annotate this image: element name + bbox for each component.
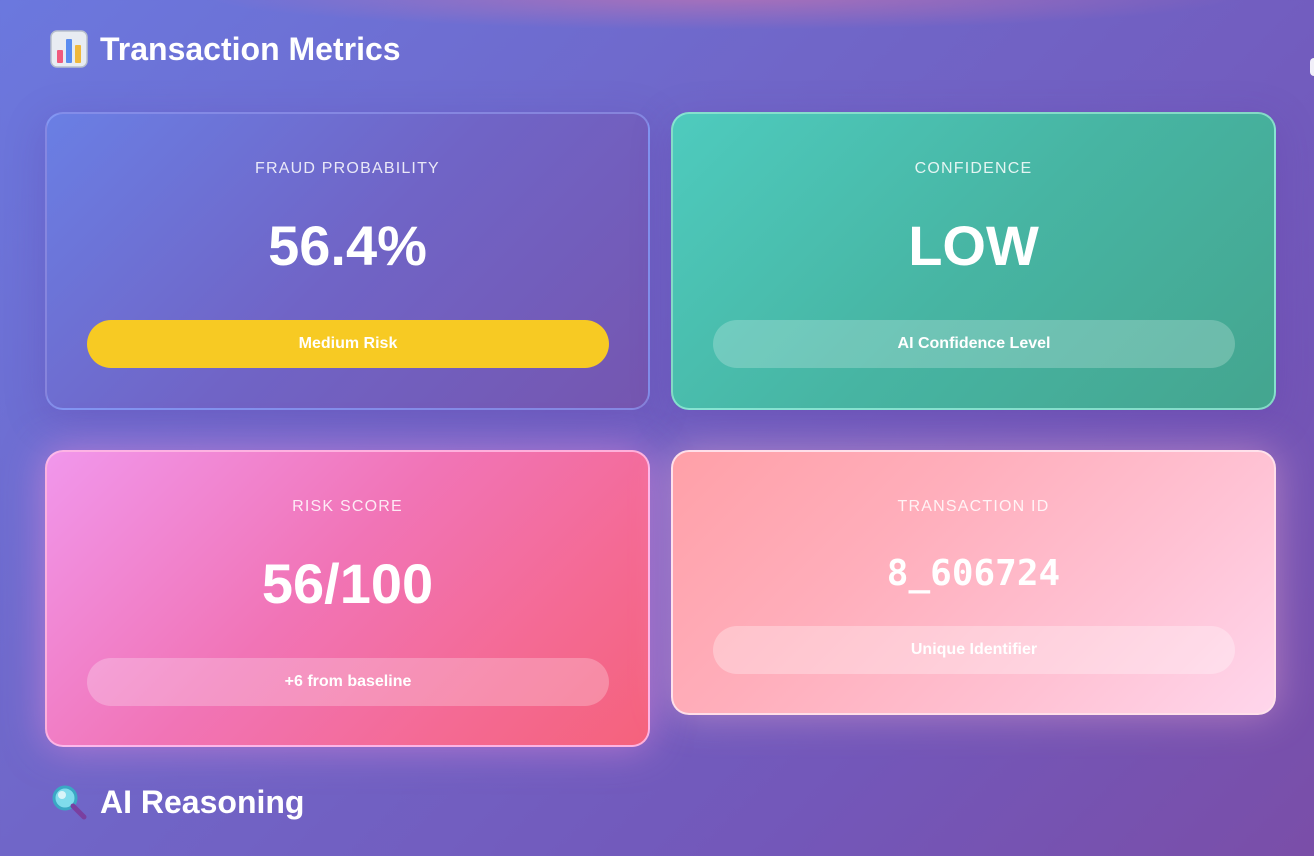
transaction-id-value: 8_606724 (886, 553, 1061, 594)
risk-score-card: RISK SCORE 56/100 +6 from baseline (45, 450, 650, 747)
bar-chart-icon (50, 30, 88, 68)
scroll-edge-indicator (1310, 58, 1314, 76)
confidence-card: CONFIDENCE LOW AI Confidence Level (671, 112, 1276, 410)
risk-level-badge: Medium Risk (87, 320, 609, 368)
fraud-probability-card: FRAUD PROBABILITY 56.4% Medium Risk (45, 112, 650, 410)
unique-identifier-badge: Unique Identifier (713, 626, 1235, 674)
fraud-probability-label: FRAUD PROBABILITY (255, 160, 440, 177)
confidence-value: LOW (908, 214, 1039, 277)
section-title-reasoning: AI Reasoning (50, 783, 304, 821)
fraud-probability-value: 56.4% (268, 214, 427, 277)
transaction-id-card: TRANSACTION ID 8_606724 Unique Identifie… (671, 450, 1276, 715)
top-glow (200, 0, 1250, 30)
section-title-metrics: Transaction Metrics (50, 30, 401, 68)
confidence-badge: AI Confidence Level (713, 320, 1235, 368)
transaction-id-label: TRANSACTION ID (897, 498, 1050, 515)
magnifying-glass-icon (52, 785, 87, 820)
confidence-label: CONFIDENCE (914, 160, 1033, 177)
baseline-delta-badge: +6 from baseline (87, 658, 609, 706)
section-title-reasoning-text: AI Reasoning (100, 783, 305, 820)
risk-score-value: 56/100 (261, 552, 434, 615)
section-title-metrics-text: Transaction Metrics (100, 30, 401, 67)
risk-score-label: RISK SCORE (292, 498, 403, 515)
